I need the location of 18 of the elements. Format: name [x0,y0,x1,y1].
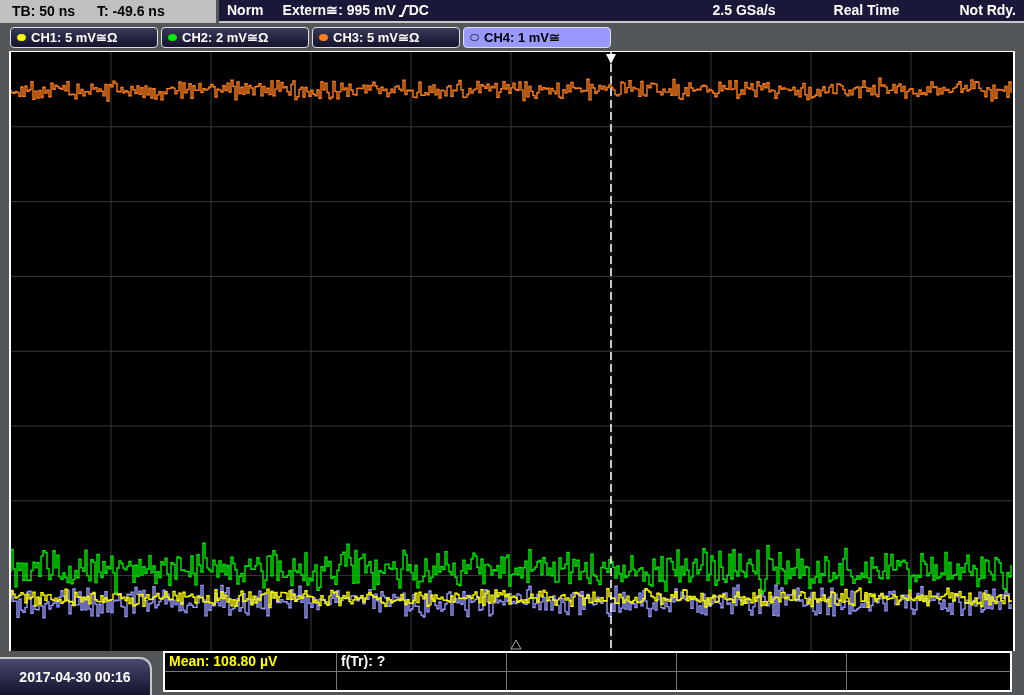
status-label: Not Rdy. [959,1,1016,20]
channel-tab[interactable]: CH4: 1 mV≅ [463,27,611,48]
trigger-mode-label: Norm [227,1,264,20]
trigger-source-label: Extern≅: 995 mV [282,1,396,20]
date-time-label[interactable]: 2017-04-30 00:16 [0,657,152,695]
acquisition-mode-label: Real Time [833,1,900,20]
rising-edge-icon [398,4,409,17]
timebase-label: TB: 50 ns [12,2,75,21]
trigger-coupling-label: DC [408,1,429,20]
measurement-value: Mean: 108.80 µV [169,652,278,672]
measurement-value: f(Tr): ? [341,652,386,672]
channel-tab[interactable]: CH2: 2 mV≅Ω [161,27,309,48]
channel-tab[interactable]: CH1: 5 mV≅Ω [10,27,158,48]
trigger-time-label: T: -49.6 ns [97,2,165,21]
sample-rate-label: 2.5 GSa/s [712,1,776,20]
channel-tab[interactable]: CH3: 5 mV≅Ω [312,27,460,48]
trigger-position-marker [606,54,616,64]
trigger-offset-marker [510,639,522,650]
